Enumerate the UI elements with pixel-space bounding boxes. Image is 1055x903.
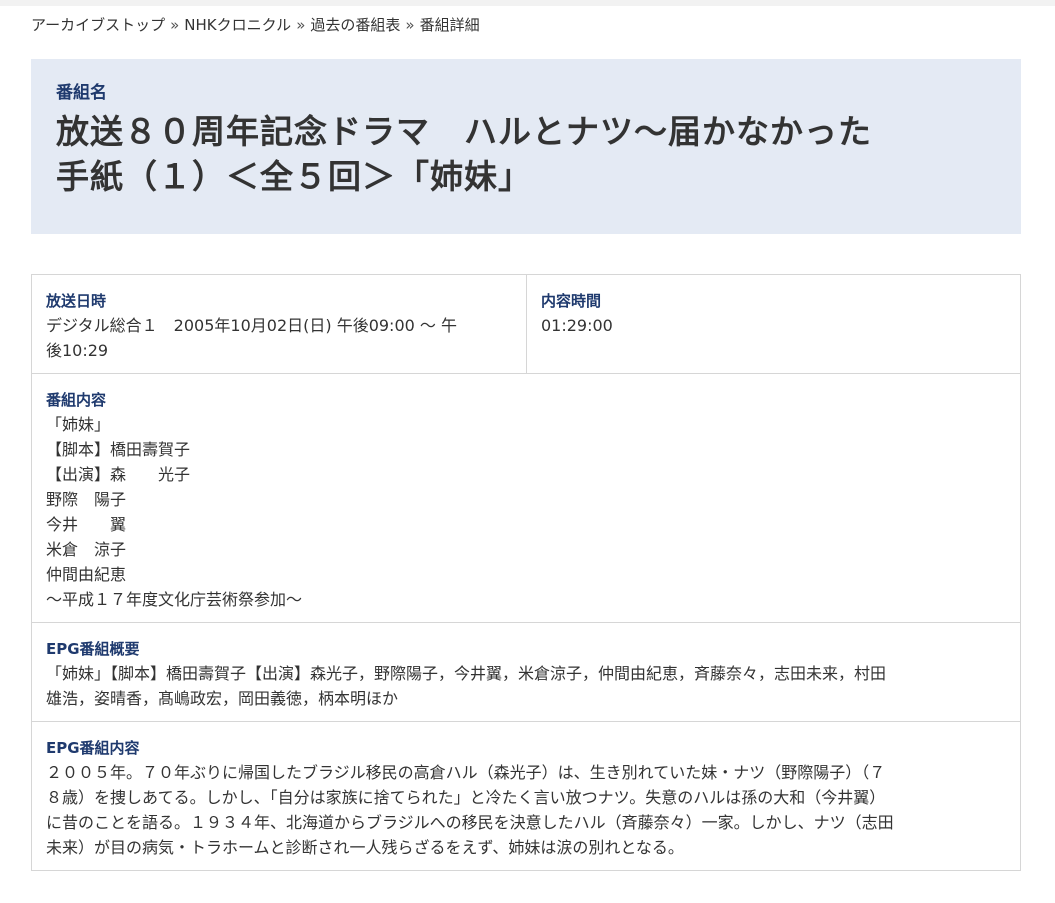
content-line: 「姉妹」	[46, 415, 111, 434]
breadcrumb-nhk-chronicle[interactable]: NHKクロニクル	[184, 16, 291, 34]
content-line: 【出演】森 光子	[46, 465, 191, 484]
broadcast-line: 後10:29	[46, 341, 109, 360]
epg-summary-row: EPG番組概要 「姉妹」【脚本】橋田壽賀子【出演】森光子，野際陽子，今井翼，米倉…	[32, 623, 1020, 722]
broadcast-line: デジタル総合１ 2005年10月02日(日) 午後09:00 ～ 午	[46, 316, 457, 335]
content-line: 米倉 涼子	[46, 540, 127, 559]
epg-content-row: EPG番組内容 ２００５年。７０年ぶりに帰国したブラジル移民の高倉ハル（森光子）…	[32, 722, 1020, 870]
breadcrumb-past-schedule[interactable]: 過去の番組表	[310, 16, 400, 34]
content-row: 番組内容 「姉妹」 【脚本】橋田壽賀子 【出演】森 光子 野際 陽子 今井 翼 …	[32, 374, 1020, 623]
content-line: 仲間由紀恵	[46, 565, 127, 584]
top-strip	[0, 0, 1055, 6]
epg-summary-label: EPG番組概要	[46, 640, 140, 658]
broadcast-row: 放送日時 デジタル総合１ 2005年10月02日(日) 午後09:00 ～ 午 …	[32, 275, 1020, 374]
epg-summary-line: 雄浩，姿晴香，髙嶋政宏，岡田義徳，柄本明ほか	[46, 689, 399, 708]
duration-cell: 内容時間 01:29:00	[527, 275, 1020, 373]
content-line: ～平成１７年度文化庁芸術祭参加～	[46, 590, 303, 609]
content-line: 今井 翼	[46, 515, 127, 534]
content-line: 【脚本】橋田壽賀子	[46, 440, 191, 459]
epg-content-line: ２００５年。７０年ぶりに帰国したブラジル移民の高倉ハル（森光子）は、生き別れてい…	[46, 763, 886, 782]
epg-summary-cell: EPG番組概要 「姉妹」【脚本】橋田壽賀子【出演】森光子，野際陽子，今井翼，米倉…	[32, 623, 1020, 721]
content-cell: 番組内容 「姉妹」 【脚本】橋田壽賀子 【出演】森 光子 野際 陽子 今井 翼 …	[32, 374, 1020, 622]
epg-content-lines: ２００５年。７０年ぶりに帰国したブラジル移民の高倉ハル（森光子）は、生き別れてい…	[46, 760, 1006, 860]
epg-content-line: 未来）が目の病気・トラホームと診断され一人残らざるをえず、姉妹は涙の別れとなる。	[46, 838, 684, 857]
breadcrumb-current: 番組詳細	[419, 16, 480, 34]
program-title: 放送８０周年記念ドラマ ハルとナツ～届かなかった 手紙（１）＜全５回＞「姉妹」	[56, 109, 996, 199]
epg-summary-lines: 「姉妹」【脚本】橋田壽賀子【出演】森光子，野際陽子，今井翼，米倉涼子，仲間由紀恵…	[46, 661, 1006, 711]
epg-content-line: に昔のことを語る。１９３４年、北海道からブラジルへの移民を決意したハル（斉藤奈々…	[46, 813, 894, 832]
breadcrumb-separator: »	[296, 16, 306, 34]
breadcrumb: アーカイブストップ» NHKクロニクル» 過去の番組表» 番組詳細	[31, 15, 480, 35]
breadcrumb-separator: »	[170, 16, 180, 34]
program-name-label: 番組名	[56, 83, 107, 103]
broadcast-cell: 放送日時 デジタル総合１ 2005年10月02日(日) 午後09:00 ～ 午 …	[32, 275, 527, 373]
program-title-line: 放送８０周年記念ドラマ ハルとナツ～届かなかった	[56, 112, 872, 151]
duration-value: 01:29:00	[541, 316, 613, 335]
broadcast-value: デジタル総合１ 2005年10月02日(日) 午後09:00 ～ 午 後10:2…	[46, 313, 512, 363]
content-line: 野際 陽子	[46, 490, 127, 509]
breadcrumb-separator: »	[405, 16, 415, 34]
program-info-table: 放送日時 デジタル総合１ 2005年10月02日(日) 午後09:00 ～ 午 …	[31, 274, 1021, 871]
epg-content-label: EPG番組内容	[46, 739, 140, 757]
content-label: 番組内容	[46, 391, 107, 409]
broadcast-label: 放送日時	[46, 292, 107, 310]
duration-label: 内容時間	[541, 292, 602, 310]
epg-summary-line: 「姉妹」【脚本】橋田壽賀子【出演】森光子，野際陽子，今井翼，米倉涼子，仲間由紀恵…	[46, 664, 887, 683]
content-lines: 「姉妹」 【脚本】橋田壽賀子 【出演】森 光子 野際 陽子 今井 翼 米倉 涼子…	[46, 412, 1006, 612]
program-title-box: 番組名 放送８０周年記念ドラマ ハルとナツ～届かなかった 手紙（１）＜全５回＞「…	[31, 59, 1021, 234]
epg-content-line: ８歳）を捜しあてる。しかし、「自分は家族に捨てられた」と冷たく言い放つナツ。失意…	[46, 788, 886, 807]
program-title-line: 手紙（１）＜全５回＞「姉妹」	[56, 157, 532, 196]
breadcrumb-archive-top[interactable]: アーカイブストップ	[31, 16, 165, 34]
epg-content-cell: EPG番組内容 ２００５年。７０年ぶりに帰国したブラジル移民の高倉ハル（森光子）…	[32, 722, 1020, 870]
